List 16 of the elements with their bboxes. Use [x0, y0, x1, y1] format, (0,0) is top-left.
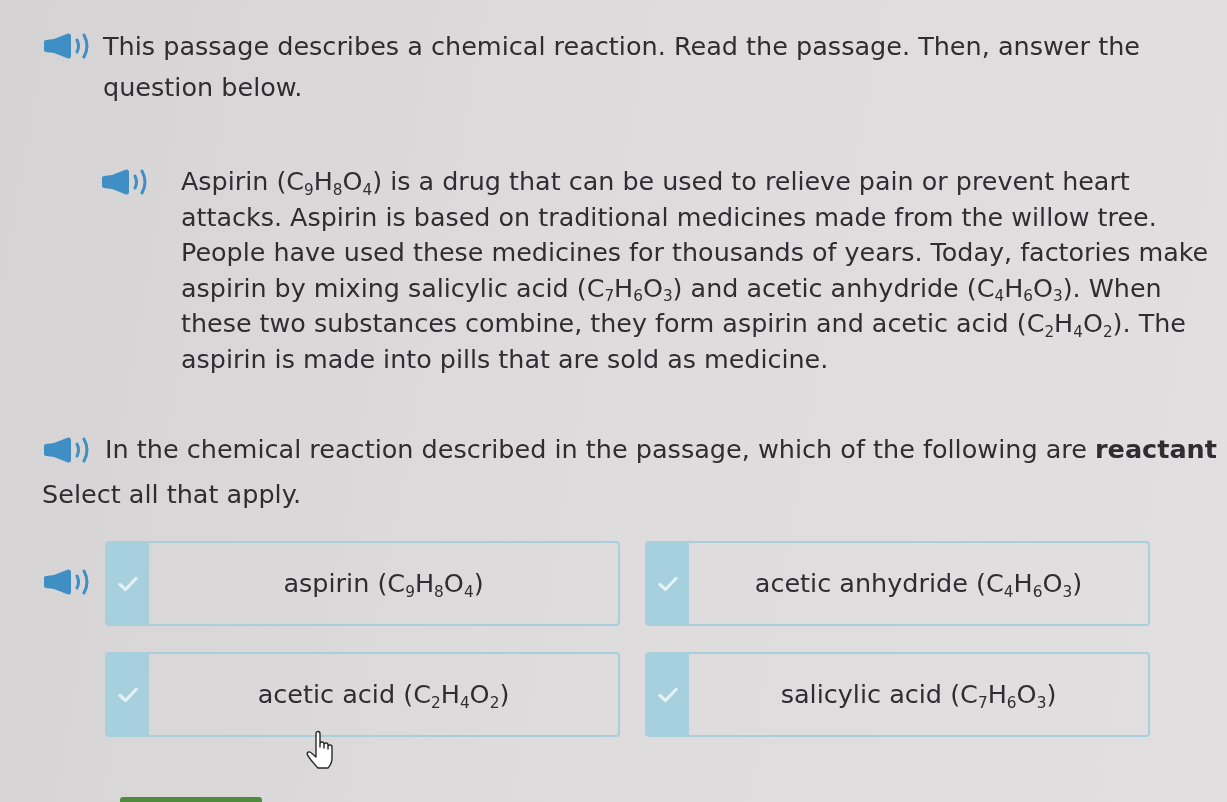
passage-text: Aspirin (C$_{9}$H$_{8}$O$_{4}$) is a drug that can be used to relieve pain or prevent heart attacks. Aspirin is based on traditional medicines made from the willow tree. People have used these medicines for thousands of years. Today, factories make aspirin by mixing salicylic acid (C$_{7}$H$_{6}$O$_{3}$) and acetic anhydride (C$_{4}$H$_{6}$O$_{3}$). When these two substances combine, they form aspirin and acetic acid (C$_{2}$H$_{4}$O$_{2}$). The aspirin is made into pills that are sold as medicine.: [181, 165, 1210, 376]
checkbox[interactable]: [647, 543, 689, 624]
instructions-text: This passage describes a chemical reaction. Read the passage. Then, answer the question below.: [103, 30, 1141, 104]
answer-option[interactable]: salicylic acid (C$_{7}$H$_{6}$O$_{3}$): [645, 652, 1150, 737]
question-text: In the chemical reaction described in the passage, which of the following are reactant: [105, 433, 1217, 466]
checkmark-icon: [658, 575, 678, 592]
checkbox[interactable]: [107, 543, 149, 624]
answer-option[interactable]: aspirin (C$_{9}$H$_{8}$O$_{4}$): [105, 541, 620, 626]
checkmark-icon: [118, 575, 138, 592]
checkmark-icon: [658, 686, 678, 703]
checkbox[interactable]: [647, 654, 689, 735]
instruction-text: Select all that apply.: [42, 478, 303, 511]
partial-button[interactable]: [120, 797, 262, 802]
checkbox[interactable]: [107, 654, 149, 735]
checkmark-icon: [118, 686, 138, 703]
answer-option[interactable]: acetic anhydride (C$_{4}$H$_{6}$O$_{3}$): [645, 541, 1150, 626]
